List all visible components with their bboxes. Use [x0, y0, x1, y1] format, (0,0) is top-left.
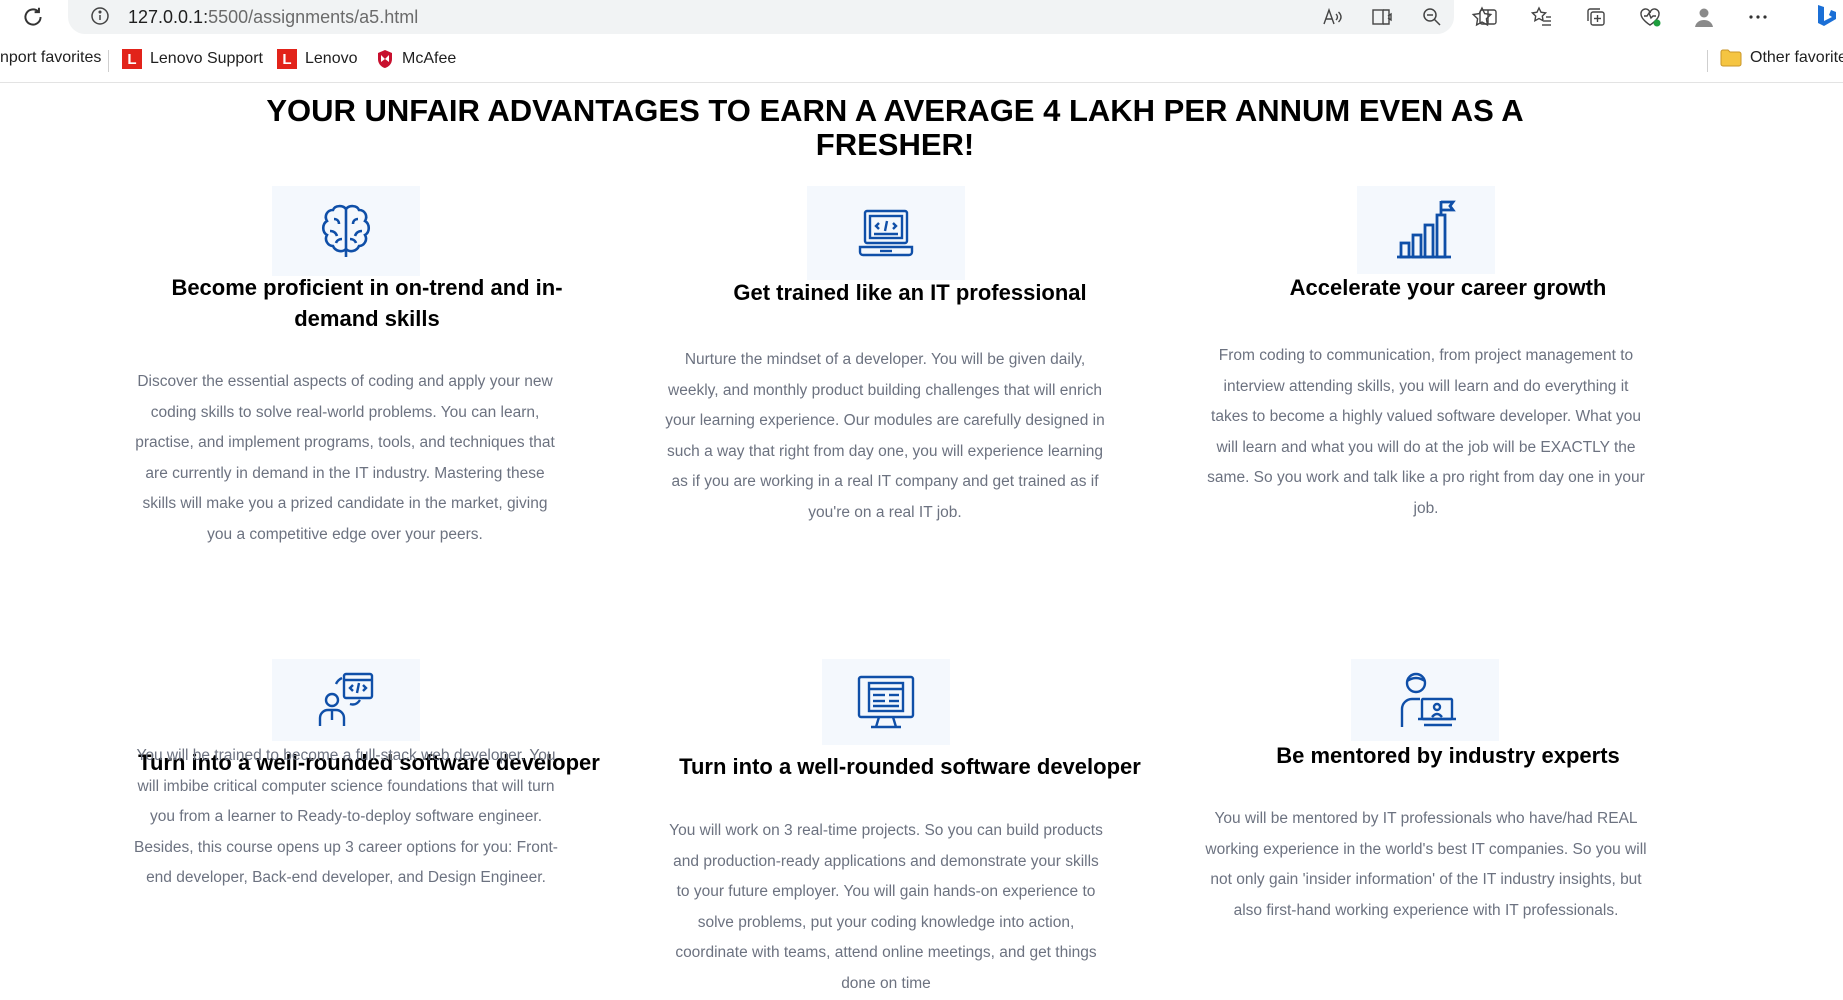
fav-import-favorites[interactable]: nport favorites [0, 49, 101, 67]
page-content: YOUR UNFAIR ADVANTAGES TO EARN A AVERAGE… [0, 83, 1843, 992]
fav-label: McAfee [402, 50, 457, 67]
divider [108, 50, 109, 72]
icon-box [1357, 186, 1495, 274]
reload-icon[interactable] [20, 4, 46, 30]
collections-icon[interactable] [1584, 5, 1608, 29]
favorites-bar: nport favorites L Lenovo Support L Lenov… [0, 38, 1843, 83]
icon-box [807, 186, 965, 280]
icon-box [1351, 659, 1499, 741]
monitor-layout-icon [857, 675, 915, 729]
url-text[interactable]: 127.0.0.1:5500/assignments/a5.html [128, 7, 418, 28]
mentor-icon [1400, 672, 1456, 727]
fav-label: Lenovo Support [150, 50, 263, 67]
browser-essentials-icon[interactable] [1638, 5, 1662, 29]
fav-label: Lenovo [305, 50, 358, 67]
card-body: You will work on 3 real-time projects. S… [669, 822, 1103, 992]
profile-icon[interactable] [1692, 5, 1716, 29]
folder-icon [1720, 49, 1742, 67]
growth-chart-flag-icon [1397, 200, 1456, 259]
icon-box [272, 659, 420, 741]
card-body: You will be mentored by IT professionals… [1205, 810, 1647, 919]
address-bar[interactable]: 127.0.0.1:5500/assignments/a5.html [68, 0, 1493, 34]
zoom-out-icon[interactable] [1420, 5, 1444, 29]
icon-box [822, 659, 950, 745]
fav-mcafee[interactable]: McAfee [376, 49, 456, 69]
more-menu-icon[interactable] [1746, 5, 1770, 29]
card-heading: Be mentored by industry experts [1276, 743, 1620, 768]
info-icon[interactable] [90, 6, 110, 26]
fav-label: Other favorite [1750, 49, 1843, 66]
card-heading: Become proficient in on-trend and in-dem… [171, 275, 563, 331]
card-heading: Turn into a well-rounded software develo… [679, 754, 1141, 779]
immersive-reader-icon[interactable] [1370, 5, 1394, 29]
read-aloud-icon[interactable] [1320, 5, 1344, 29]
fav-lenovo-support[interactable]: L Lenovo Support [122, 49, 263, 69]
favorites-icon[interactable] [1530, 5, 1554, 29]
browser-toolbar: 127.0.0.1:5500/assignments/a5.html [0, 0, 1843, 34]
fav-lenovo[interactable]: L Lenovo [277, 49, 358, 69]
fav-label: nport favorites [0, 49, 102, 66]
icon-box [272, 186, 420, 276]
bing-copilot-icon[interactable] [1810, 2, 1840, 32]
split-screen-icon[interactable] [1476, 5, 1500, 29]
card-body: Discover the essential aspects of coding… [135, 373, 555, 543]
card-heading: Get trained like an IT professional [733, 280, 1087, 305]
lenovo-logo-icon: L [277, 49, 297, 69]
laptop-code-icon [858, 209, 914, 257]
brain-icon [321, 204, 371, 257]
mcafee-shield-icon [378, 50, 392, 68]
page-title: YOUR UNFAIR ADVANTAGES TO EARN A AVERAGE… [266, 93, 1524, 162]
card-body: Nurture the mindset of a developer. You … [665, 351, 1105, 521]
fav-other-favorites[interactable]: Other favorite [1720, 49, 1843, 67]
lenovo-logo-icon: L [122, 49, 142, 69]
divider [1707, 50, 1708, 72]
card-body: From coding to communication, from proje… [1207, 347, 1645, 517]
card-body: You will be trained to become a full-sta… [134, 747, 558, 887]
developer-code-icon [318, 672, 374, 726]
